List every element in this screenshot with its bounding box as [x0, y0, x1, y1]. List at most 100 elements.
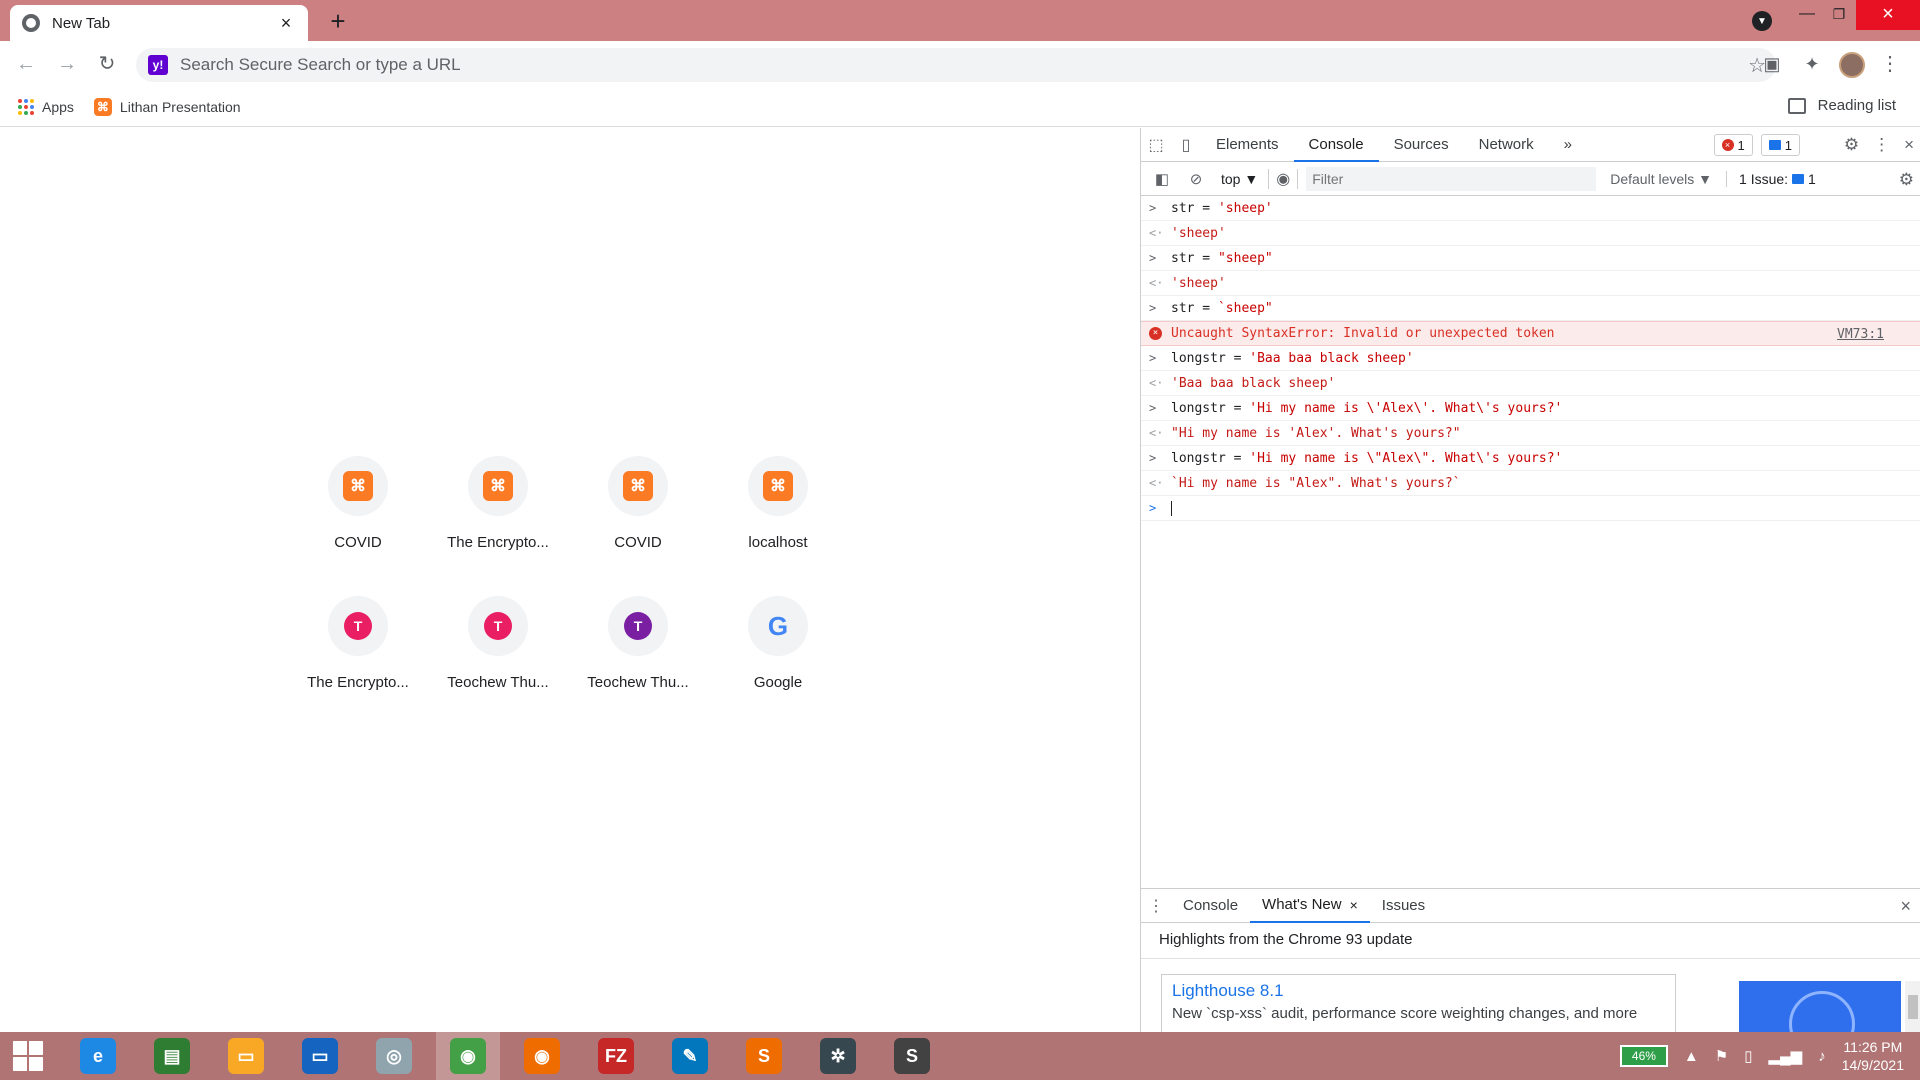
- tile-icon-bg: T: [328, 596, 388, 656]
- reading-list-label: Reading list: [1817, 97, 1896, 114]
- taskbar-app-button[interactable]: FZ: [584, 1032, 648, 1080]
- drawer-tab-whats-new[interactable]: What's New ×: [1250, 889, 1370, 923]
- bookmark-lithan-presentation[interactable]: ⌘ Lithan Presentation: [93, 97, 241, 116]
- close-drawer-icon[interactable]: ×: [1900, 896, 1911, 917]
- close-devtools-icon[interactable]: ×: [1904, 135, 1914, 155]
- console-prompt[interactable]: >: [1141, 496, 1920, 521]
- xampp-icon: ⌘: [623, 471, 653, 501]
- back-arrow-icon[interactable]: ←: [13, 51, 39, 77]
- tab-search-icon[interactable]: ▼: [1752, 11, 1772, 31]
- code-string: 'Hi my name is \"Alex\". What\'s yours?': [1249, 450, 1563, 466]
- tab-console[interactable]: Console: [1293, 128, 1379, 162]
- bookmark-apps[interactable]: Apps: [18, 98, 74, 115]
- reading-list-icon: [1787, 97, 1806, 114]
- battery-indicator[interactable]: 46%: [1619, 1045, 1668, 1067]
- tab-close-icon[interactable]: ×: [276, 13, 296, 34]
- devtools-menu-icon[interactable]: ⋮: [1873, 135, 1890, 155]
- puzzle-extensions-icon[interactable]: ✦: [1800, 52, 1824, 76]
- show-hidden-icons-icon[interactable]: ▲: [1684, 1048, 1699, 1065]
- shortcut-tile[interactable]: G Google: [708, 588, 848, 700]
- devtools-panel: ⬚ ▯ Elements Console Sources Network » ×…: [1140, 128, 1920, 1057]
- windows-start-button[interactable]: [0, 1032, 56, 1080]
- live-expression-eye-icon[interactable]: ◉: [1268, 168, 1299, 189]
- drawer-menu-icon[interactable]: ⋮: [1141, 896, 1171, 916]
- browser-menu-icon[interactable]: ⋮: [1880, 51, 1900, 76]
- issues-button[interactable]: 1 Issue: 1: [1726, 170, 1816, 187]
- code-var: str: [1171, 200, 1195, 216]
- shortcut-tile[interactable]: ⌘ The Encrypto...: [428, 448, 568, 560]
- action-center-flag-icon[interactable]: ⚑: [1715, 1047, 1728, 1065]
- taskbar-app-button[interactable]: ▭: [288, 1032, 352, 1080]
- shortcut-tile[interactable]: T Teochew Thu...: [568, 588, 708, 700]
- console-result-line: <· "Hi my name is 'Alex'. What's yours?": [1141, 421, 1920, 446]
- letter-t-icon: T: [484, 612, 512, 640]
- taskbar-app-button[interactable]: e: [66, 1032, 130, 1080]
- card-title[interactable]: Lighthouse 8.1: [1172, 981, 1665, 1001]
- taskbar-app-button[interactable]: ▭: [214, 1032, 278, 1080]
- address-bar[interactable]: y! Search Secure Search or type a URL ☆: [136, 48, 1776, 82]
- taskbar-app-button[interactable]: ◉: [510, 1032, 574, 1080]
- shortcut-tile[interactable]: ⌘ COVID: [288, 448, 428, 560]
- taskbar-app-button[interactable]: ◉: [436, 1032, 500, 1080]
- more-tabs-icon[interactable]: »: [1549, 128, 1587, 162]
- tab-network[interactable]: Network: [1464, 128, 1549, 162]
- settings-gear-icon[interactable]: ⚙: [1844, 135, 1859, 155]
- tab-sources[interactable]: Sources: [1379, 128, 1464, 162]
- reload-icon[interactable]: ↻: [94, 51, 120, 77]
- result-value: 'sheep': [1171, 225, 1226, 241]
- chevron-right-icon: >: [1149, 451, 1157, 465]
- drawer-scrollbar[interactable]: [1905, 981, 1920, 1033]
- console-result-line: <· `Hi my name is "Alex". What's yours?`: [1141, 471, 1920, 496]
- profile-avatar[interactable]: [1839, 52, 1865, 78]
- result-value: 'sheep': [1171, 275, 1226, 291]
- error-source-link[interactable]: VM73:1: [1837, 327, 1884, 342]
- shortcut-tile[interactable]: T The Encrypto...: [288, 588, 428, 700]
- taskbar-app-button[interactable]: ✎: [658, 1032, 722, 1080]
- sidebar-toggle-icon[interactable]: ◧: [1149, 170, 1175, 188]
- close-window-button[interactable]: ×: [1856, 0, 1920, 30]
- taskbar-app-button[interactable]: ◎: [362, 1032, 426, 1080]
- log-levels-dropdown[interactable]: Default levels ▼: [1610, 171, 1712, 187]
- taskbar-clock[interactable]: 11:26 PM 14/9/2021: [1842, 1038, 1904, 1074]
- code-string: 'Baa baa black sheep': [1249, 350, 1414, 366]
- code-string: "sheep": [1217, 250, 1273, 266]
- drawer-tab-issues[interactable]: Issues: [1370, 889, 1437, 923]
- device-toolbar-icon[interactable]: ▯: [1171, 135, 1201, 155]
- console-settings-gear-icon[interactable]: ⚙: [1899, 170, 1914, 190]
- reading-list-button[interactable]: Reading list: [1787, 97, 1896, 114]
- forward-arrow-icon[interactable]: →: [54, 51, 80, 77]
- error-count-badge[interactable]: × 1: [1713, 134, 1753, 156]
- address-placeholder: Search Secure Search or type a URL: [180, 55, 461, 74]
- drawer-tab-console[interactable]: Console: [1171, 889, 1250, 923]
- tile-icon-bg: T: [608, 596, 668, 656]
- taskbar-app-button[interactable]: S: [880, 1032, 944, 1080]
- extension-icon[interactable]: ▣: [1760, 52, 1784, 76]
- whats-new-card[interactable]: Lighthouse 8.1 New `csp-xss` audit, perf…: [1161, 974, 1676, 1034]
- chevron-right-icon: >: [1149, 201, 1157, 215]
- shortcut-tile[interactable]: ⌘ COVID: [568, 448, 708, 560]
- inspect-element-icon[interactable]: ⬚: [1141, 135, 1171, 155]
- device-icon[interactable]: ▯: [1744, 1047, 1752, 1065]
- context-selector[interactable]: top ▼: [1221, 171, 1258, 187]
- shortcut-tile[interactable]: ⌘ localhost: [708, 448, 848, 560]
- issue-icon: [1792, 173, 1805, 184]
- taskbar-app-button[interactable]: ▤: [140, 1032, 204, 1080]
- tile-label: COVID: [334, 534, 382, 551]
- console-log: > str = 'sheep' <· 'sheep' > str = "shee…: [1141, 196, 1920, 521]
- volume-icon[interactable]: ♪: [1818, 1048, 1826, 1065]
- taskbar-app-button[interactable]: ✲: [806, 1032, 870, 1080]
- close-tab-icon[interactable]: ×: [1350, 888, 1358, 922]
- console-filter-input[interactable]: [1306, 166, 1597, 191]
- new-tab-button[interactable]: +: [325, 6, 351, 37]
- google-icon: G: [767, 610, 789, 641]
- browser-tab[interactable]: New Tab ×: [10, 5, 308, 41]
- clear-console-icon[interactable]: ⊘: [1183, 170, 1209, 188]
- shortcut-tile[interactable]: T Teochew Thu...: [428, 588, 568, 700]
- sublime-icon: S: [746, 1038, 782, 1074]
- tab-elements[interactable]: Elements: [1201, 128, 1294, 162]
- chevron-right-icon: >: [1149, 251, 1157, 265]
- xampp-icon: ⌘: [343, 471, 373, 501]
- message-count-badge[interactable]: 1: [1760, 134, 1800, 156]
- network-signal-icon[interactable]: ▂▄▆: [1769, 1047, 1803, 1065]
- taskbar-app-button[interactable]: S: [732, 1032, 796, 1080]
